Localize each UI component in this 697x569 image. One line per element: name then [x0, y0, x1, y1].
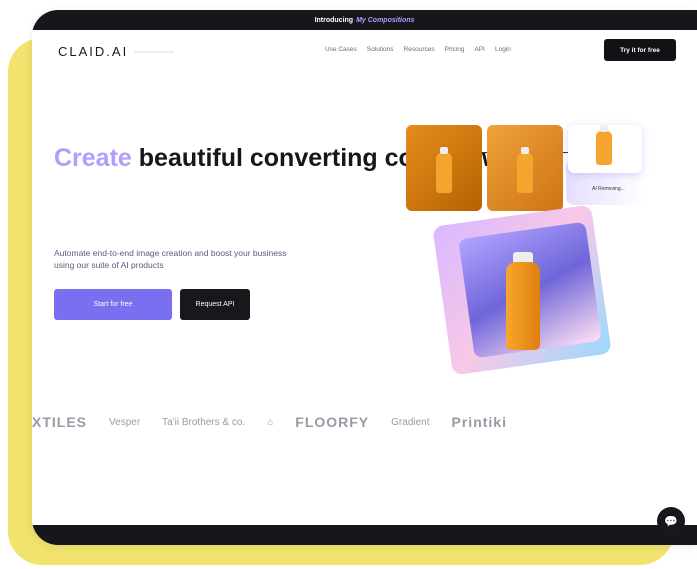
nav-resources[interactable]: Resources — [404, 46, 435, 53]
logo-taii: Ta'ii Brothers & co. — [162, 416, 246, 428]
logo-gradient: Gradient — [391, 416, 430, 428]
product-photo-original — [406, 125, 482, 211]
nav-login[interactable]: Login — [495, 46, 511, 53]
start-free-button[interactable]: Start for free — [54, 289, 172, 320]
logo-floorfy: FLOORFY — [295, 414, 370, 430]
removing-status: AI Removing... — [592, 186, 625, 192]
navbar: CLAID.AI Use Cases Solutions Resources P… — [32, 30, 697, 70]
nav-solutions[interactable]: Solutions — [367, 46, 394, 53]
headline-accent: Create — [54, 144, 132, 172]
try-free-button[interactable]: Try it for free — [604, 39, 676, 61]
footer-bar — [32, 525, 697, 545]
chat-bubble-icon[interactable]: 💬 — [657, 507, 685, 535]
house-icon: ⌂ — [267, 416, 274, 428]
browser-card: Introducing My Compositions CLAID.AI Use… — [32, 10, 697, 545]
announcement-bar[interactable]: Introducing My Compositions — [32, 10, 697, 30]
logo-vesper: Vesper — [109, 416, 141, 428]
hero-subtitle: Automate end-to-end image creation and b… — [54, 248, 287, 270]
juice-bottle — [506, 262, 540, 350]
nav-api[interactable]: API — [475, 46, 485, 53]
logo-tagline — [134, 51, 174, 53]
client-logos: XTILES Vesper Ta'ii Brothers & co. ⌂ FLO… — [32, 402, 697, 442]
logo-xtiles: XTILES — [32, 414, 88, 430]
announcement-highlight[interactable]: My Compositions — [356, 17, 414, 24]
nav-pricing[interactable]: Pricing — [445, 46, 465, 53]
nav-links: Use Cases Solutions Resources Pricing AP… — [325, 46, 511, 53]
nav-use-cases[interactable]: Use Cases — [325, 46, 357, 53]
product-photo-removed-bg — [568, 125, 642, 173]
request-api-button[interactable]: Request API — [180, 289, 250, 320]
announcement-prefix: Introducing — [314, 16, 354, 24]
product-photo-cropped — [487, 125, 563, 211]
claid-logo[interactable]: CLAID.AI — [58, 44, 128, 59]
logo-printiki: Printiki — [451, 414, 507, 430]
